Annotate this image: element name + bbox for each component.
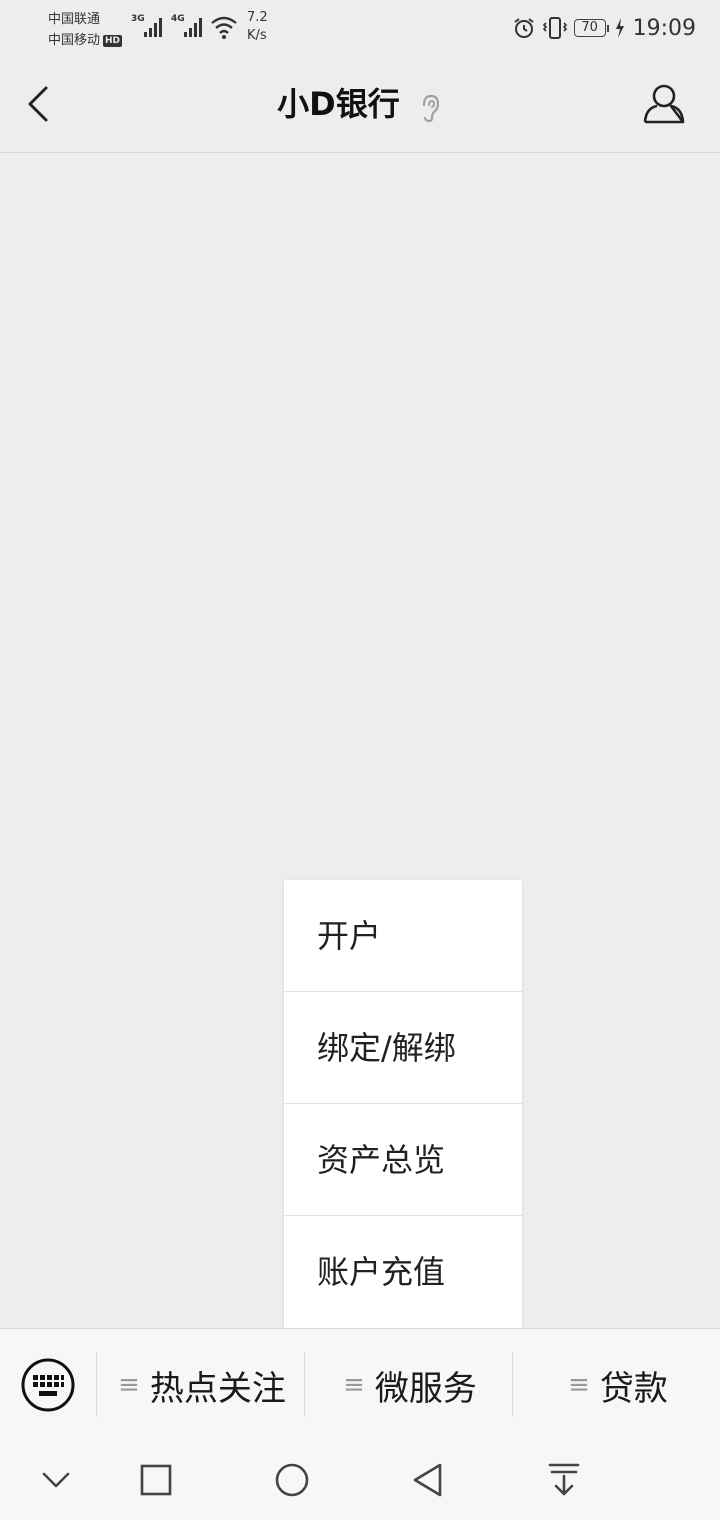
signal-icon bbox=[184, 18, 202, 37]
carrier-info: 中国联通 中国移动 HD bbox=[48, 9, 123, 51]
divider bbox=[96, 1353, 97, 1417]
menu-item-asset-overview[interactable]: 资产总览 bbox=[284, 1104, 522, 1216]
speed-value: 7.2 bbox=[247, 10, 268, 25]
home-button[interactable] bbox=[270, 1458, 314, 1502]
tab-label: 微服务 bbox=[374, 1368, 477, 1409]
battery-level: 70 bbox=[573, 19, 606, 37]
hd-badge: HD bbox=[103, 35, 123, 47]
ear-icon[interactable] bbox=[419, 93, 443, 123]
carrier-2: 中国移动 bbox=[48, 33, 101, 48]
notification-button[interactable] bbox=[542, 1458, 586, 1502]
signal-icon bbox=[144, 18, 162, 37]
keyboard-toggle-button[interactable] bbox=[20, 1357, 76, 1413]
recents-icon bbox=[140, 1464, 172, 1496]
title-container: 小D银行 bbox=[0, 82, 720, 126]
charging-icon bbox=[615, 18, 624, 38]
tab-label: 贷款 bbox=[599, 1368, 668, 1409]
collapse-icon bbox=[42, 1472, 70, 1488]
menu-lines-icon: ≡ bbox=[343, 1370, 365, 1400]
popup-menu: 开户 绑定/解绑 资产总览 账户充值 bbox=[284, 880, 522, 1328]
carrier-1: 中国联通 bbox=[48, 12, 101, 27]
system-back-button[interactable] bbox=[406, 1458, 450, 1502]
notification-icon bbox=[548, 1463, 580, 1496]
bottom-menu-bar: ≡ 热点关注 ≡ 微服务 ≡ 贷款 bbox=[0, 1328, 720, 1441]
collapse-button[interactable] bbox=[34, 1458, 78, 1502]
recents-button[interactable] bbox=[134, 1458, 178, 1502]
status-bar: 中国联通 中国移动 HD 3G 4G 7.2 K/s 70 19:09 bbox=[0, 0, 720, 56]
home-icon bbox=[275, 1463, 309, 1497]
tab-loans[interactable]: ≡ 贷款 bbox=[516, 1353, 720, 1417]
keyboard-icon bbox=[21, 1358, 75, 1412]
menu-lines-icon: ≡ bbox=[118, 1370, 140, 1400]
speed-unit: K/s bbox=[247, 28, 267, 43]
menu-lines-icon: ≡ bbox=[568, 1370, 590, 1400]
system-nav-bar bbox=[0, 1440, 720, 1520]
divider bbox=[512, 1353, 513, 1417]
battery-indicator: 70 bbox=[573, 19, 609, 37]
tab-hot-topics[interactable]: ≡ 热点关注 bbox=[100, 1353, 304, 1417]
status-right: 70 19:09 bbox=[512, 14, 696, 42]
app-header: 小D银行 bbox=[0, 56, 720, 153]
divider bbox=[304, 1353, 305, 1417]
vibrate-icon bbox=[542, 17, 567, 39]
wifi-icon bbox=[211, 16, 237, 39]
tab-label: 热点关注 bbox=[149, 1368, 286, 1409]
profile-icon bbox=[643, 84, 685, 124]
page-title: 小D银行 bbox=[277, 85, 400, 123]
alarm-icon bbox=[513, 18, 534, 38]
menu-item-open-account[interactable]: 开户 bbox=[284, 880, 522, 992]
clock: 19:09 bbox=[632, 15, 696, 41]
tab-micro-services[interactable]: ≡ 微服务 bbox=[308, 1353, 512, 1417]
network-speed: 7.2 K/s bbox=[247, 9, 268, 45]
menu-item-bind-unbind[interactable]: 绑定/解绑 bbox=[284, 992, 522, 1104]
menu-item-account-topup[interactable]: 账户充值 bbox=[284, 1216, 522, 1328]
profile-button[interactable] bbox=[642, 82, 686, 126]
back-icon bbox=[413, 1463, 442, 1497]
